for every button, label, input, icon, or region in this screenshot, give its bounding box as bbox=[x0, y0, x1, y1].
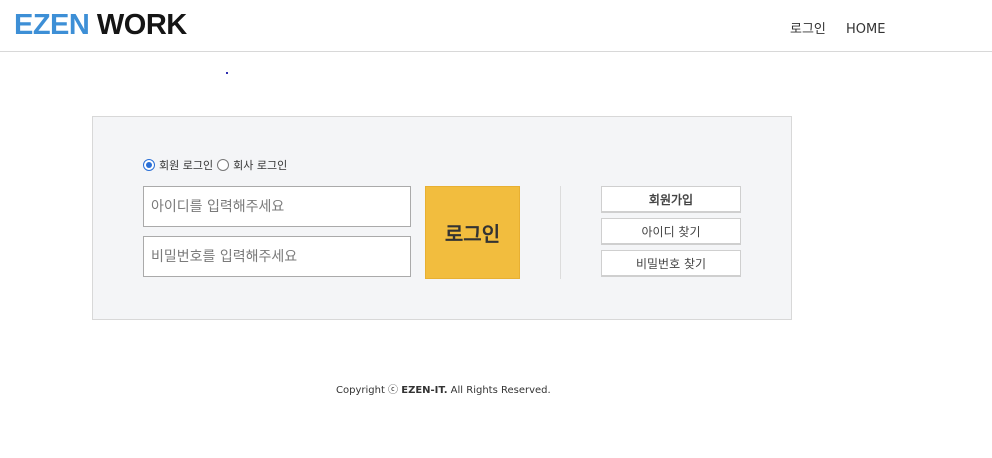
login-button[interactable]: 로그인 bbox=[425, 186, 520, 279]
decorative-dot bbox=[226, 72, 228, 74]
member-login-label[interactable]: 회원 로그인 bbox=[159, 157, 213, 173]
nav-home-link[interactable]: HOME bbox=[846, 22, 885, 38]
company-login-label[interactable]: 회사 로그인 bbox=[233, 157, 287, 173]
footer-copyright: Copyright ⓒ EZEN-IT. All Rights Reserved… bbox=[336, 381, 551, 396]
copyright-prefix: Copyright ⓒ bbox=[336, 385, 402, 396]
password-input[interactable] bbox=[143, 236, 411, 277]
logo-ezen: EZEN bbox=[14, 9, 90, 41]
company-login-radio[interactable] bbox=[217, 159, 230, 171]
copyright-brand: EZEN-IT. bbox=[401, 385, 448, 396]
login-panel: 회원 로그인 회사 로그인 로그인 회원가입 아이디 찾기 비밀번호 찾기 bbox=[92, 116, 792, 320]
header: EZEN WORK 로그인 HOME bbox=[0, 0, 992, 52]
member-login-radio[interactable] bbox=[143, 159, 155, 171]
login-type-radio-group: 회원 로그인 회사 로그인 bbox=[143, 157, 291, 173]
find-id-button[interactable]: 아이디 찾기 bbox=[601, 218, 741, 245]
copyright-suffix: All Rights Reserved. bbox=[447, 385, 551, 396]
logo[interactable]: EZEN WORK bbox=[14, 8, 187, 42]
find-password-button[interactable]: 비밀번호 찾기 bbox=[601, 250, 741, 277]
nav-login-link[interactable]: 로그인 bbox=[790, 22, 826, 38]
panel-divider bbox=[560, 186, 561, 279]
logo-work: WORK bbox=[96, 9, 187, 41]
join-button[interactable]: 회원가입 bbox=[601, 186, 741, 213]
id-input[interactable] bbox=[143, 186, 411, 227]
